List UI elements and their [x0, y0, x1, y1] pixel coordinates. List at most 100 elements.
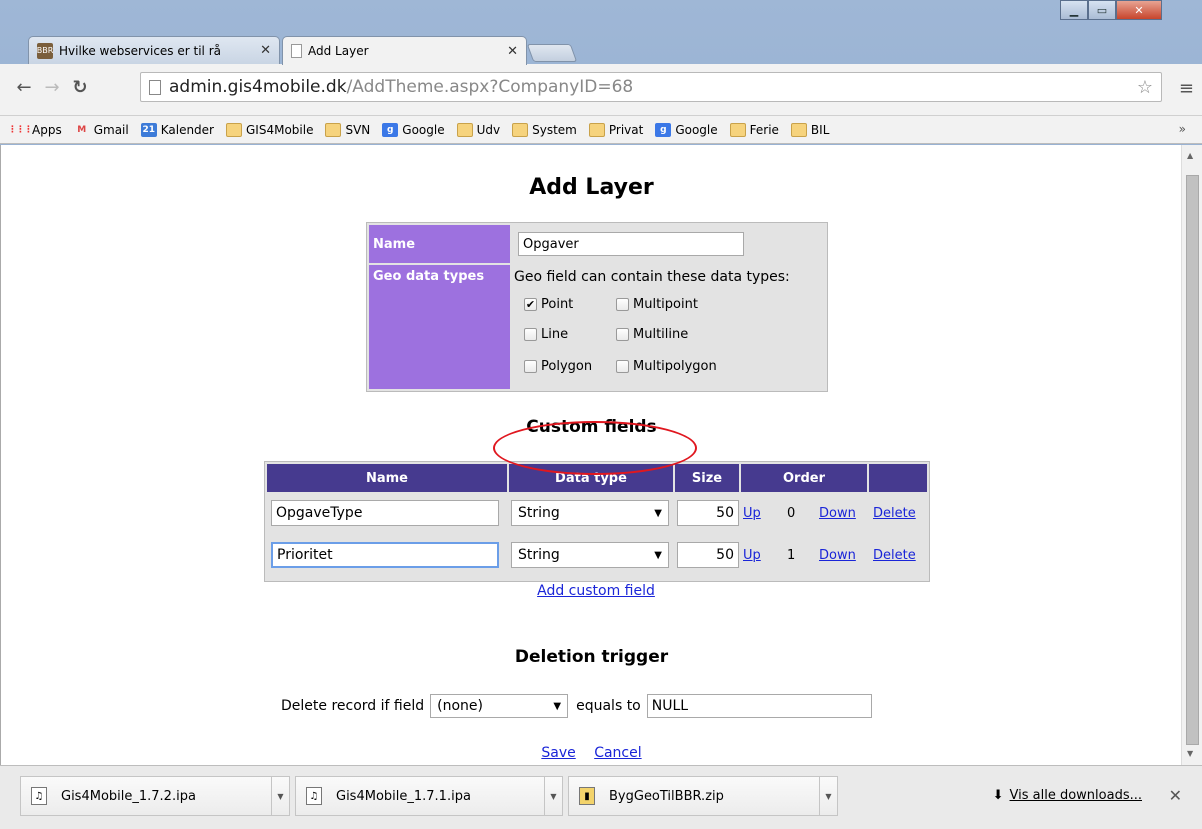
chevron-down-icon[interactable]: ▼ — [819, 777, 837, 815]
checkbox-label: Line — [541, 327, 569, 342]
size-input[interactable] — [677, 542, 739, 568]
forward-arrow-icon[interactable]: → — [38, 73, 66, 101]
checkbox-label: Polygon — [541, 359, 593, 374]
checkbox-icon — [524, 328, 537, 341]
bookmark-svn[interactable]: SVN — [325, 122, 370, 137]
checkbox-label: Point — [541, 297, 574, 312]
checkbox-icon — [524, 360, 537, 373]
size-input[interactable] — [677, 500, 739, 526]
tab-title: Add Layer — [308, 44, 369, 58]
show-all-downloads[interactable]: ⬇ Vis alle downloads... — [993, 788, 1142, 803]
deletion-field-select[interactable]: (none) ▼ — [430, 694, 569, 718]
tab-add-layer[interactable]: Add Layer ✕ — [282, 36, 527, 65]
bookmark-kalender[interactable]: 21 Kalender — [140, 122, 214, 137]
move-down-link[interactable]: Down — [819, 548, 856, 563]
more-bookmarks-button[interactable]: » — [1179, 122, 1186, 136]
checkbox-line[interactable]: Line — [524, 327, 568, 342]
save-link[interactable]: Save — [541, 745, 575, 761]
music-file-icon: ♫ — [306, 787, 322, 805]
bookmark-google-2[interactable]: g Google — [655, 122, 718, 137]
folder-icon — [226, 122, 242, 137]
move-up-link[interactable]: Up — [743, 506, 761, 521]
bookmark-gis4mobile[interactable]: GIS4Mobile — [226, 122, 314, 137]
bookmark-label: System — [532, 122, 577, 137]
folder-icon — [456, 122, 473, 137]
minimize-icon[interactable]: ▁ — [1060, 0, 1088, 20]
address-bar[interactable]: admin.gis4mobile.dk/AddTheme.aspx?Compan… — [140, 72, 1162, 102]
bookmark-bil[interactable]: BIL — [790, 122, 829, 137]
menu-icon[interactable]: ≡ — [1179, 78, 1194, 99]
column-header-name: Name — [267, 464, 507, 492]
tab-close-icon[interactable]: ✕ — [507, 44, 518, 59]
music-file-icon: ♫ — [31, 787, 47, 805]
bookmark-gmail[interactable]: M Gmail — [74, 123, 129, 137]
window-controls: ▁ ▭ ✕ — [1060, 0, 1162, 20]
bookmark-google[interactable]: g Google — [382, 122, 445, 137]
download-filename: BygGeoTilBBR.zip — [609, 788, 724, 804]
bookmark-label: Kalender — [160, 122, 214, 137]
bookmark-system[interactable]: System — [512, 122, 577, 137]
data-type-select[interactable]: String ▼ — [511, 500, 669, 526]
checkbox-multipolygon[interactable]: Multipolygon — [616, 359, 717, 374]
back-arrow-icon[interactable]: ← — [10, 73, 38, 101]
tab-close-icon[interactable]: ✕ — [260, 43, 271, 58]
google-icon: g — [655, 122, 672, 137]
download-shelf: ♫ Gis4Mobile_1.7.2.ipa ▼ ♫ Gis4Mobile_1.… — [0, 765, 1202, 829]
chevron-down-icon[interactable]: ▼ — [544, 777, 562, 815]
page-title: Add Layer — [529, 175, 654, 200]
chevron-down-icon[interactable]: ▼ — [271, 777, 289, 815]
layer-name-input[interactable] — [518, 232, 744, 256]
delete-link[interactable]: Delete — [873, 548, 916, 563]
close-shelf-icon[interactable]: ✕ — [1169, 786, 1182, 805]
download-item[interactable]: ♫ Gis4Mobile_1.7.2.ipa ▼ — [20, 776, 290, 816]
form-actions: Save Cancel — [1, 745, 1182, 761]
delete-link[interactable]: Delete — [873, 506, 916, 521]
move-down-link[interactable]: Down — [819, 506, 856, 521]
download-item[interactable]: ▮ BygGeoTilBBR.zip ▼ — [568, 776, 838, 816]
tab-webservices[interactable]: BBR Hvilke webservices er til rå ✕ — [28, 36, 280, 64]
maximize-icon[interactable]: ▭ — [1088, 0, 1116, 20]
bookmark-ferie[interactable]: Ferie — [729, 122, 779, 137]
column-header-order: Order — [741, 464, 867, 492]
table-row — [271, 542, 499, 568]
scroll-up-icon[interactable]: ▲ — [1187, 151, 1193, 160]
data-type-select[interactable]: String ▼ — [511, 542, 669, 568]
order-value: 0 — [787, 506, 796, 521]
new-tab-button[interactable] — [526, 44, 578, 62]
geo-help-text: Geo field can contain these data types: — [514, 269, 790, 285]
scroll-down-icon[interactable]: ▼ — [1187, 749, 1193, 758]
bookmark-privat[interactable]: Privat — [588, 122, 643, 137]
bookmark-star-icon[interactable]: ☆ — [1137, 77, 1153, 98]
close-window-icon[interactable]: ✕ — [1116, 0, 1162, 20]
download-item[interactable]: ♫ Gis4Mobile_1.7.1.ipa ▼ — [295, 776, 563, 816]
checkbox-polygon[interactable]: Polygon — [524, 359, 592, 374]
vertical-scrollbar[interactable]: ▲ ▼ — [1181, 145, 1202, 765]
checkbox-label: Multiline — [633, 327, 689, 342]
scrollbar-thumb[interactable] — [1186, 175, 1199, 745]
checkbox-label: Multipoint — [633, 297, 698, 312]
add-custom-field-link[interactable]: Add custom field — [537, 583, 655, 599]
url-domain: admin.gis4mobile.dk — [169, 77, 347, 97]
browser-toolbar: ← → ↻ admin.gis4mobile.dk/AddTheme.aspx?… — [0, 64, 1202, 116]
download-arrow-icon: ⬇ — [992, 788, 1004, 803]
move-up-link[interactable]: Up — [743, 548, 761, 563]
column-header-size: Size — [675, 464, 739, 492]
equals-value-input[interactable] — [646, 694, 872, 718]
bookmark-apps[interactable]: ⋮⋮⋮ Apps — [8, 123, 62, 137]
checkbox-multipoint[interactable]: Multipoint — [616, 297, 698, 312]
order-value: 1 — [787, 548, 796, 563]
reload-icon[interactable]: ↻ — [66, 73, 94, 101]
folder-icon — [588, 122, 605, 137]
apps-grid-icon: ⋮⋮⋮ — [8, 124, 33, 135]
field-name-input[interactable] — [271, 542, 499, 568]
checkbox-point[interactable]: ✔ Point — [524, 297, 573, 312]
bookmark-udv[interactable]: Udv — [456, 122, 500, 137]
field-name-input[interactable] — [271, 500, 499, 526]
checkbox-multiline[interactable]: Multiline — [616, 327, 688, 342]
cancel-link[interactable]: Cancel — [594, 745, 641, 761]
gmail-icon: M — [77, 124, 87, 135]
dropdown-arrow-icon: ▼ — [553, 700, 562, 712]
checkbox-checked-icon: ✔ — [524, 298, 537, 311]
bookmark-label: GIS4Mobile — [246, 122, 314, 137]
folder-icon — [325, 122, 342, 137]
